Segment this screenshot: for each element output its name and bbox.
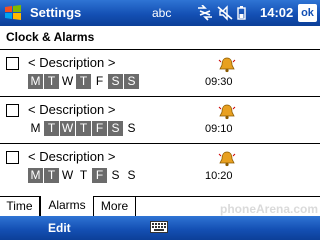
alarm-description[interactable]: < Description > — [28, 149, 115, 164]
menu-bar: Edit — [0, 216, 320, 240]
alarm-time[interactable]: 09:30 — [205, 76, 235, 88]
day-toggle-thu[interactable]: T — [76, 121, 91, 136]
day-toggle-sat[interactable]: S — [108, 121, 123, 136]
day-toggle-thu[interactable]: T — [76, 74, 91, 89]
edit-softkey[interactable]: Edit — [48, 221, 71, 235]
tab-more[interactable]: More — [94, 196, 136, 216]
volume-muted-icon[interactable] — [217, 5, 233, 21]
alarm-days: M T W T F S S — [28, 74, 140, 90]
alarm-row[interactable]: < Description > M T W T F S S 10:20 — [0, 144, 320, 190]
battery-icon[interactable] — [237, 6, 246, 20]
alarm-bell-icon[interactable] — [218, 151, 236, 167]
day-toggle-mon[interactable]: M — [28, 121, 43, 136]
day-toggle-sat[interactable]: S — [108, 168, 123, 183]
alarm-days: M T W T F S S — [28, 121, 140, 137]
alarm-time[interactable]: 09:10 — [205, 123, 235, 135]
tab-time[interactable]: Time — [0, 196, 40, 216]
day-toggle-mon[interactable]: M — [28, 74, 43, 89]
day-toggle-tue[interactable]: T — [44, 121, 59, 136]
day-toggle-fri[interactable]: F — [92, 74, 107, 89]
alarm-bell-icon[interactable] — [218, 57, 236, 73]
ok-button[interactable]: ok — [298, 4, 317, 22]
day-toggle-thu[interactable]: T — [76, 168, 91, 183]
day-toggle-fri[interactable]: F — [92, 168, 107, 183]
page-title: Clock & Alarms — [6, 30, 95, 44]
day-toggle-sun[interactable]: S — [124, 74, 139, 89]
start-icon[interactable] — [4, 4, 22, 22]
day-toggle-fri[interactable]: F — [92, 121, 107, 136]
alarm-enable-checkbox[interactable] — [6, 57, 19, 70]
day-toggle-tue[interactable]: T — [44, 74, 59, 89]
connectivity-icon[interactable] — [198, 5, 212, 21]
title-bar: Settings abc 14:02 ok — [0, 0, 320, 26]
watermark: phoneArena.com — [220, 202, 319, 216]
day-toggle-tue[interactable]: T — [44, 168, 59, 183]
day-toggle-mon[interactable]: M — [28, 168, 43, 183]
status-icons[interactable] — [196, 5, 262, 21]
day-toggle-sun[interactable]: S — [124, 168, 139, 183]
keyboard-icon[interactable] — [150, 220, 168, 234]
alarm-days: M T W T F S S — [28, 168, 140, 184]
alarm-row[interactable]: < Description > M T W T F S S 09:10 — [0, 97, 320, 143]
day-toggle-sun[interactable]: S — [124, 121, 139, 136]
alarm-time[interactable]: 10:20 — [205, 170, 235, 182]
alarm-row[interactable]: < Description > M T W T F S S 09:30 — [0, 50, 320, 96]
input-mode-indicator: abc — [152, 6, 172, 20]
day-toggle-wed[interactable]: W — [60, 74, 75, 89]
clock[interactable]: 14:02 — [260, 5, 293, 20]
alarm-enable-checkbox[interactable] — [6, 151, 19, 164]
alarm-enable-checkbox[interactable] — [6, 104, 19, 117]
alarm-description[interactable]: < Description > — [28, 55, 115, 70]
day-toggle-wed[interactable]: W — [60, 168, 75, 183]
day-toggle-wed[interactable]: W — [60, 121, 75, 136]
window-title: Settings — [30, 5, 82, 20]
alarm-description[interactable]: < Description > — [28, 102, 115, 117]
alarm-bell-icon[interactable] — [218, 104, 236, 120]
day-toggle-sat[interactable]: S — [108, 74, 123, 89]
tab-alarms[interactable]: Alarms — [40, 196, 94, 216]
